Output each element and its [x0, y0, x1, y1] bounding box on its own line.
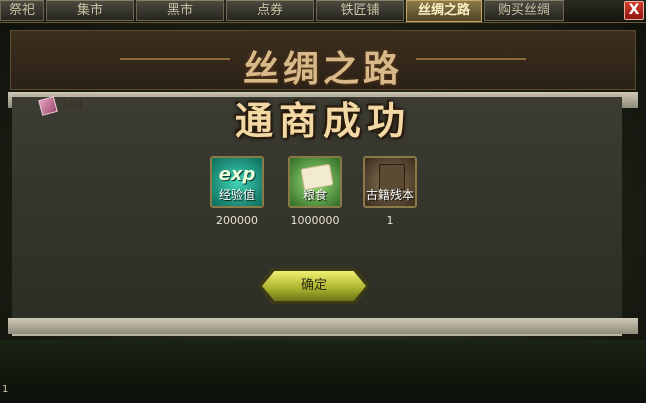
close-button[interactable]: X	[624, 1, 644, 20]
reward-exp: exp 经验值 200000	[209, 156, 265, 227]
tab-silk-road[interactable]: 丝绸之路	[406, 0, 482, 22]
reward-count: 1000000	[290, 214, 340, 227]
ancient-book-icon[interactable]: 古籍残本	[363, 156, 417, 208]
confirm-button[interactable]: 确定	[262, 271, 366, 301]
tab-blacksmith[interactable]: 铁匠铺	[316, 0, 404, 21]
corner-mark: 1	[2, 384, 9, 395]
tab-coupons[interactable]: 点券	[226, 0, 314, 21]
exp-icon[interactable]: exp 经验值	[210, 156, 264, 208]
bottom-strip	[0, 340, 646, 403]
game-window: 祭祀 集市 黑市 点券 铁匠铺 丝绸之路 购买丝绸 X 丝绸之路 104 通商成…	[0, 0, 646, 403]
reward-name: 经验值	[218, 188, 255, 202]
tab-sacrifice[interactable]: 祭祀	[0, 0, 44, 21]
reward-count: 200000	[216, 214, 258, 227]
page-title: 丝绸之路	[242, 48, 403, 90]
reward-name: 粮食	[302, 188, 327, 202]
tab-buy-silk[interactable]: 购买丝绸	[484, 0, 564, 21]
tab-bar: 祭祀 集市 黑市 点券 铁匠铺 丝绸之路 购买丝绸 X	[0, 0, 646, 23]
scroll-bottom-edge	[8, 318, 638, 334]
reward-name: 古籍残本	[365, 188, 414, 202]
grain-icon[interactable]: 粮食	[288, 156, 342, 208]
tab-black-market[interactable]: 黑市	[136, 0, 224, 21]
reward-count: 1	[386, 214, 394, 227]
tab-market[interactable]: 集市	[46, 0, 134, 21]
reward-ancient-book: 古籍残本 1	[362, 156, 418, 227]
reward-grain: 粮食 1000000	[287, 156, 343, 227]
exp-glyph: exp	[218, 164, 256, 185]
success-title: 通商成功	[234, 98, 411, 143]
